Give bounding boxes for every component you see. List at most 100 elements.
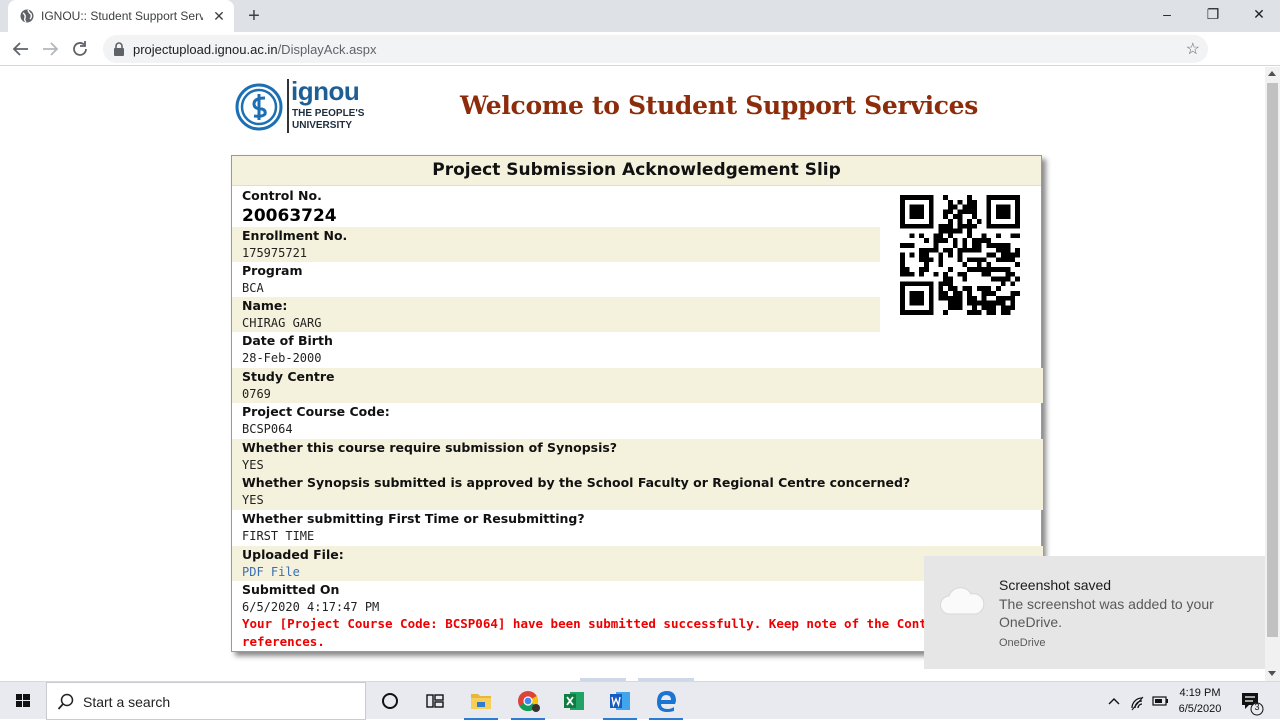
- action-center-button[interactable]: 3: [1236, 682, 1266, 720]
- logo-tagline-line2: UNIVERSITY: [292, 120, 353, 131]
- field-submitted-on: Submitted On 6/5/2020 4:17:47 PM: [232, 581, 1043, 617]
- bookmark-star-icon[interactable]: ☆: [1186, 39, 1200, 59]
- field-name: Name: CHIRAG GARG: [232, 297, 880, 332]
- field-label: Project Course Code:: [242, 404, 390, 419]
- field-project-course-code: Project Course Code: BCSP064: [232, 403, 1043, 439]
- field-value: FIRST TIME: [242, 529, 315, 543]
- cortana-circle-icon[interactable]: [367, 682, 413, 720]
- word-taskbar-button[interactable]: [597, 682, 643, 720]
- ignou-emblem-icon: [235, 83, 283, 131]
- minimize-button[interactable]: –: [1144, 0, 1190, 30]
- field-study-centre: Study Centre 0769: [232, 368, 1043, 403]
- scroll-down-arrow-icon[interactable]: [1268, 671, 1276, 676]
- lock-icon[interactable]: [113, 42, 125, 56]
- toast-app-name: OneDrive: [999, 637, 1046, 649]
- url-path: /DisplayAck.aspx: [277, 42, 377, 57]
- taskbar-clock[interactable]: 4:19 PM 6/5/2020: [1170, 685, 1230, 717]
- windows-start-icon[interactable]: [0, 682, 46, 720]
- success-notice: Your [Project Course Code: BCSP064] have…: [242, 615, 1042, 651]
- field-label: Date of Birth: [242, 333, 333, 348]
- scrollbar-thumb[interactable]: [1267, 83, 1278, 637]
- logo-wordmark: ignou: [291, 76, 360, 106]
- pdf-file-link[interactable]: PDF File: [242, 564, 1043, 581]
- control-number: 20063724: [242, 206, 337, 226]
- browser-tab-bar: IGNOU:: Student Support Services ✕ + – ❐…: [0, 0, 1280, 32]
- file-explorer-taskbar-button[interactable]: [458, 682, 504, 720]
- ignou-logo[interactable]: ignou THE PEOPLE'S UNIVERSITY: [235, 77, 365, 135]
- toast-body: The screenshot was added to your OneDriv…: [999, 596, 1214, 630]
- browser-tab[interactable]: IGNOU:: Student Support Services ✕: [8, 0, 234, 32]
- search-icon: [57, 693, 74, 710]
- wifi-icon[interactable]: [1128, 682, 1148, 720]
- logo-tagline-line1: THE PEOPLE'S: [292, 108, 365, 119]
- field-label: Submitted On: [242, 582, 340, 597]
- field-submission-type: Whether submitting First Time or Resubmi…: [232, 510, 1043, 546]
- globe-icon: [20, 9, 34, 23]
- windows-taskbar: Start a search 4:19 PM 6/5/2020 3: [0, 681, 1280, 720]
- notification-icon: [1242, 693, 1264, 716]
- success-notice-line2: references.: [242, 634, 325, 649]
- url-text[interactable]: projectupload.ignou.ac.in/DisplayAck.asp…: [133, 42, 377, 57]
- success-notice-line1: Your [Project Course Code: BCSP064] have…: [242, 616, 942, 631]
- field-value: CHIRAG GARG: [242, 316, 322, 330]
- chrome-icon: [518, 691, 540, 712]
- field-label: Name:: [242, 298, 288, 313]
- field-program: Program BCA: [232, 262, 880, 297]
- close-window-button[interactable]: ✕: [1236, 0, 1280, 30]
- field-label: Control No.: [242, 188, 322, 203]
- taskbar-search-box[interactable]: Start a search: [46, 682, 366, 720]
- excel-icon: [564, 692, 584, 710]
- search-placeholder: Start a search: [83, 694, 171, 710]
- clock-time: 4:19 PM: [1179, 687, 1221, 699]
- word-icon: [610, 692, 630, 710]
- forward-arrow-icon[interactable]: [38, 38, 62, 60]
- url-domain: projectupload.ignou.ac.in: [133, 42, 278, 57]
- new-tab-button[interactable]: +: [244, 6, 264, 26]
- onedrive-toast[interactable]: Screenshot saved The screenshot was adde…: [924, 556, 1265, 669]
- page-scrollbar[interactable]: [1265, 67, 1280, 681]
- tab-title: IGNOU:: Student Support Services: [41, 9, 203, 23]
- field-label: Study Centre: [242, 369, 335, 384]
- field-enrollment-no: Enrollment No. 175975721: [232, 227, 880, 262]
- field-label: Whether submitting First Time or Resubmi…: [242, 511, 585, 526]
- field-uploaded-file: Uploaded File: PDF File: [232, 546, 1043, 581]
- scroll-up-arrow-icon[interactable]: [1268, 71, 1276, 76]
- field-value: BCA: [242, 281, 264, 295]
- folder-icon: [471, 694, 491, 709]
- field-value: 0769: [242, 387, 271, 401]
- field-date-of-birth: Date of Birth 28-Feb-2000: [232, 332, 1043, 368]
- close-tab-icon[interactable]: ✕: [211, 8, 227, 24]
- chevron-up-icon[interactable]: [1104, 682, 1124, 720]
- back-arrow-icon[interactable]: [9, 38, 33, 60]
- field-label: Whether Synopsis submitted is approved b…: [242, 475, 911, 490]
- edge-taskbar-button[interactable]: [643, 682, 689, 720]
- toast-title: Screenshot saved: [999, 577, 1112, 593]
- field-label: Whether this course require submission o…: [242, 440, 618, 455]
- maximize-button[interactable]: ❐: [1190, 0, 1236, 30]
- field-value: YES: [242, 493, 264, 507]
- logo-tagline: THE PEOPLE'S UNIVERSITY: [292, 108, 364, 132]
- field-control-no: Control No. 20063724: [232, 187, 880, 227]
- notification-count: 3: [1254, 702, 1260, 712]
- page-title: Welcome to Student Support Services: [460, 91, 979, 120]
- field-value: YES: [242, 458, 264, 472]
- cloud-icon: [940, 587, 985, 615]
- field-value: BCSP064: [242, 422, 293, 436]
- field-label: Enrollment No.: [242, 228, 348, 243]
- field-label: Program: [242, 263, 303, 278]
- clock-date: 6/5/2020: [1178, 703, 1222, 715]
- task-view-icon[interactable]: [412, 682, 458, 720]
- field-synopsis-group: Whether this course require submission o…: [232, 439, 1043, 510]
- field-value: 175975721: [242, 246, 308, 260]
- field-value: 28-Feb-2000: [242, 351, 322, 365]
- field-label: Uploaded File:: [242, 547, 344, 562]
- qr-code: [900, 195, 1020, 315]
- chrome-taskbar-button[interactable]: [505, 682, 551, 720]
- acknowledgement-slip: Project Submission Acknowledgement Slip …: [231, 155, 1043, 652]
- browser-toolbar: projectupload.ignou.ac.in/DisplayAck.asp…: [0, 32, 1280, 92]
- address-bar[interactable]: projectupload.ignou.ac.in/DisplayAck.asp…: [103, 35, 1208, 63]
- reload-icon[interactable]: [68, 38, 92, 60]
- excel-taskbar-button[interactable]: [551, 682, 597, 720]
- battery-icon[interactable]: [1150, 682, 1170, 720]
- field-value: 6/5/2020 4:17:47 PM: [242, 600, 380, 614]
